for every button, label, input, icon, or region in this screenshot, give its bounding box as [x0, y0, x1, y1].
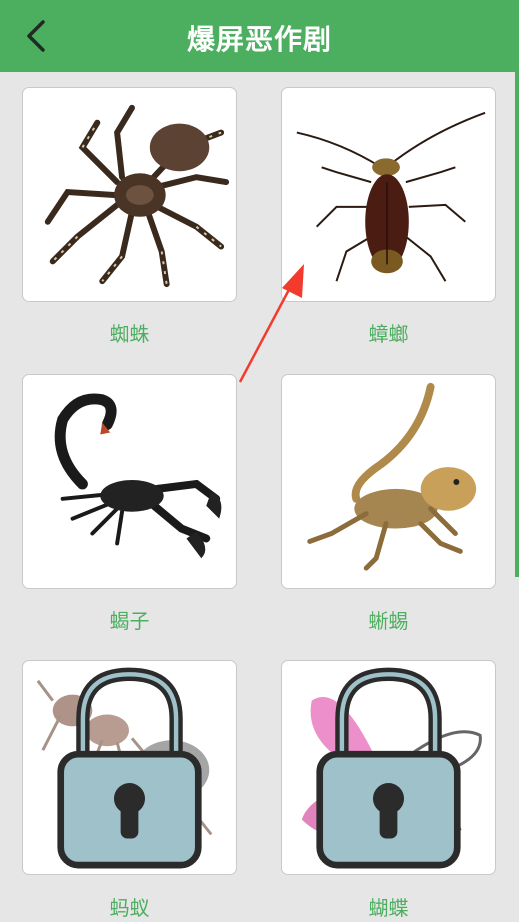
card-lizard[interactable]: [281, 374, 496, 589]
card-scorpion[interactable]: [22, 374, 237, 589]
card-label-cockroach: 蟑螂: [368, 322, 409, 346]
page-title: 爆屏恶作剧: [186, 23, 332, 56]
card-ant[interactable]: [22, 660, 237, 875]
card-label-ant: 蚂蚁: [109, 896, 150, 920]
card-label-lizard: 蜥蜴: [368, 609, 409, 633]
card-cockroach[interactable]: [281, 87, 496, 302]
scorpion-image: [54, 393, 222, 559]
top-app-bar: 爆屏恶作剧: [0, 0, 519, 72]
lizard-image: [307, 382, 477, 571]
card-label-scorpion: 蝎子: [109, 609, 150, 633]
card-butterfly[interactable]: [281, 660, 496, 875]
card-spider[interactable]: [22, 87, 237, 302]
lock-icon: [316, 667, 461, 869]
cockroach-image: [296, 111, 486, 282]
scrollbar[interactable]: [515, 72, 519, 577]
lock-icon: [57, 667, 202, 869]
spider-image: [44, 104, 230, 288]
card-label-butterfly: 蝴蝶: [368, 896, 409, 920]
card-label-spider: 蜘蛛: [109, 322, 150, 346]
